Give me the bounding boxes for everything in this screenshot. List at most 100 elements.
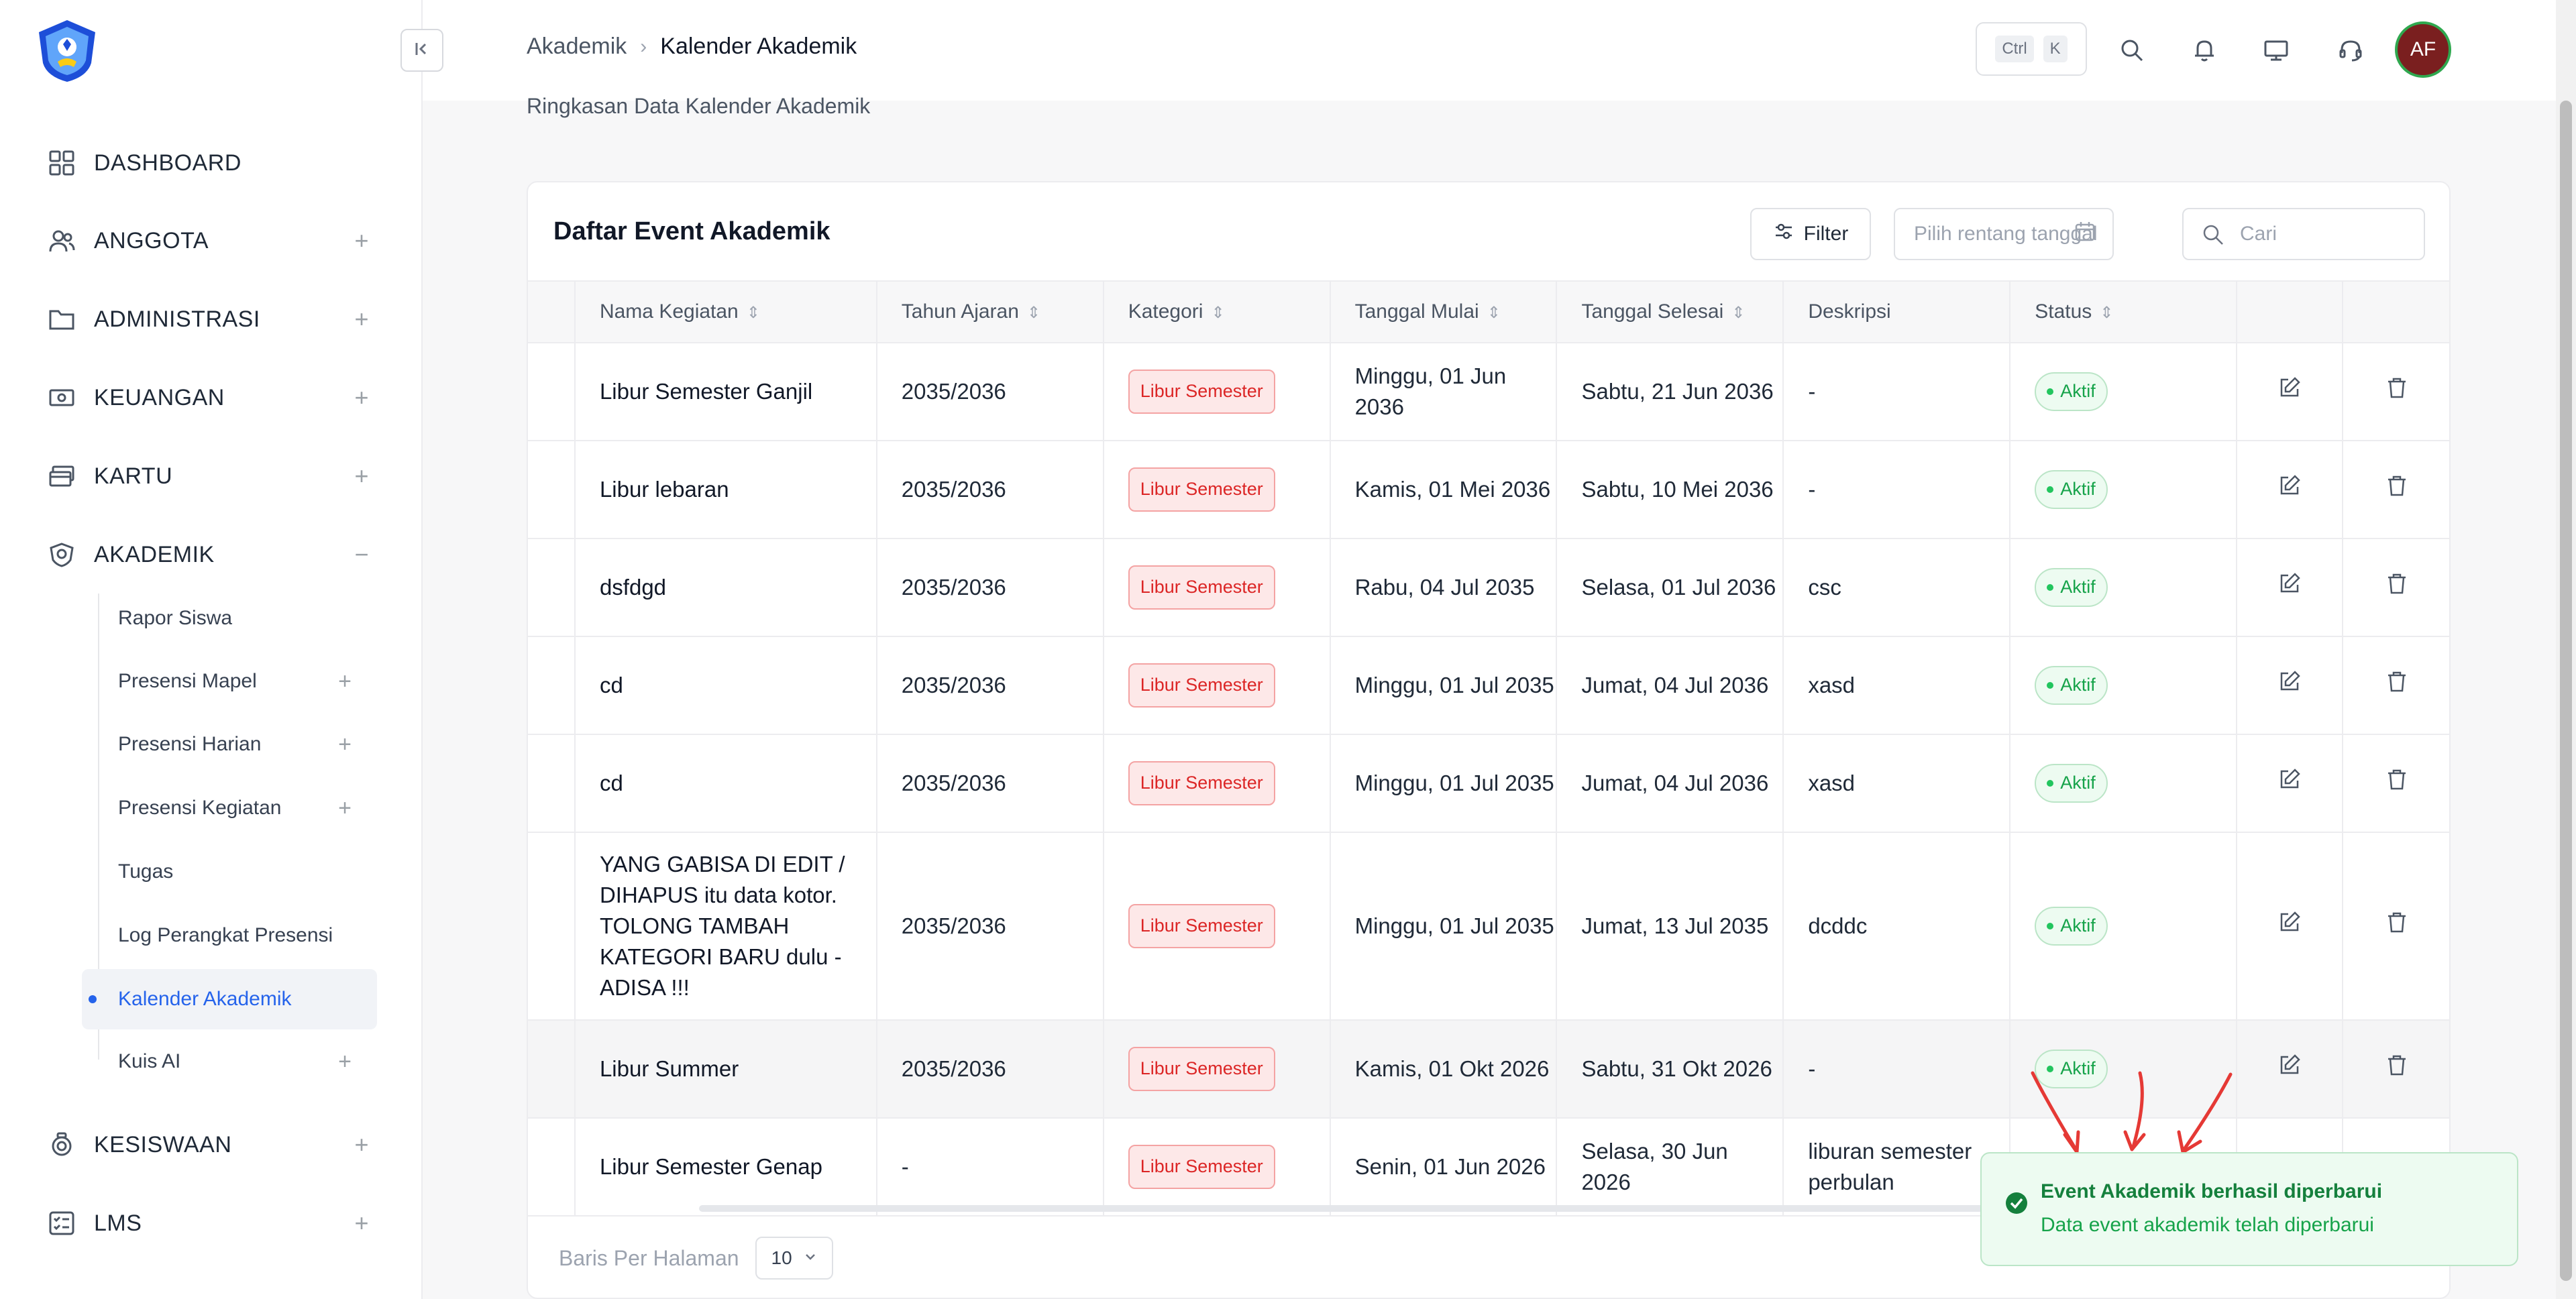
- sidebar-item-kartu[interactable]: KARTU +: [47, 456, 369, 496]
- sidebar-item-administrasi[interactable]: ADMINISTRASI +: [47, 299, 369, 339]
- grid-icon: [47, 148, 76, 178]
- cell-deskripsi: liburan semester perbulan: [1783, 1118, 2011, 1217]
- cell-kategori: Libur Semester: [1103, 1118, 1331, 1217]
- column-header-mulai[interactable]: Tanggal Mulai ⇕: [1330, 280, 1558, 343]
- category-badge: Libur Semester: [1128, 370, 1275, 414]
- collapse-sidebar-button[interactable]: [400, 29, 443, 72]
- monitor-icon[interactable]: [2258, 32, 2294, 68]
- sidebar-item-label: KARTU: [94, 463, 173, 489]
- expand-icon[interactable]: +: [354, 1209, 369, 1237]
- row-select-cell: [528, 1118, 576, 1217]
- edit-button[interactable]: [2237, 832, 2344, 1021]
- bell-icon[interactable]: [2186, 32, 2222, 68]
- expand-icon[interactable]: +: [338, 669, 352, 695]
- sidebar-subitem-log-perangkat[interactable]: Log Perangkat Presensi: [118, 915, 366, 956]
- cell-nama: Libur Semester Ganjil: [574, 343, 877, 441]
- sidebar-item-akademik[interactable]: AKADEMIK −: [47, 534, 369, 575]
- delete-button[interactable]: [2343, 343, 2449, 441]
- cell-nama: cd: [574, 636, 877, 735]
- sidebar-item-kesiswaan[interactable]: KESISWAAN +: [47, 1125, 369, 1165]
- expand-icon[interactable]: +: [354, 305, 369, 333]
- scrollbar-thumb[interactable]: [2560, 101, 2572, 1281]
- cell-kategori: Libur Semester: [1103, 734, 1331, 833]
- rows-per-page-value: 10: [771, 1247, 792, 1268]
- sidebar-subitem-rapor-siswa[interactable]: Rapor Siswa: [118, 598, 366, 638]
- filter-label: Filter: [1803, 223, 1849, 245]
- sidebar-item-dashboard[interactable]: DASHBOARD: [47, 143, 369, 183]
- search-input[interactable]: Cari: [2182, 208, 2425, 260]
- collapse-icon[interactable]: −: [354, 541, 369, 569]
- sidebar-subitem-label: Kuis AI: [118, 1050, 181, 1072]
- avatar[interactable]: AF: [2395, 21, 2451, 78]
- delete-button[interactable]: [2343, 636, 2449, 735]
- breadcrumb: Akademik › Kalender Akademik: [527, 34, 857, 60]
- column-header-selesai[interactable]: Tanggal Selesai ⇕: [1556, 280, 1784, 343]
- cell-status: Aktif: [2010, 636, 2238, 735]
- support-icon[interactable]: [2332, 32, 2369, 68]
- delete-button[interactable]: [2343, 539, 2449, 637]
- edit-button[interactable]: [2237, 636, 2344, 735]
- sidebar-item-label: LMS: [94, 1210, 142, 1236]
- horizontal-scrollbar[interactable]: [699, 1205, 2041, 1212]
- expand-icon[interactable]: +: [354, 227, 369, 255]
- sidebar-subitem-tugas[interactable]: Tugas: [118, 852, 366, 892]
- sidebar-subitem-label: Tugas: [118, 860, 174, 883]
- table-footer: Baris Per Halaman 10: [559, 1237, 833, 1280]
- cell-status: Aktif: [2010, 539, 2238, 637]
- expand-icon[interactable]: +: [354, 462, 369, 490]
- rows-per-page-select[interactable]: 10: [755, 1237, 833, 1280]
- filter-button[interactable]: Filter: [1750, 208, 1871, 260]
- expand-icon[interactable]: +: [338, 732, 352, 758]
- row-select-cell: [528, 1020, 576, 1119]
- column-header-status[interactable]: Status ⇕: [2010, 280, 2238, 343]
- cell-deskripsi: -: [1783, 1020, 2011, 1119]
- row-select-cell: [528, 539, 576, 637]
- sidebar-subitem-presensi-kegiatan[interactable]: Presensi Kegiatan +: [118, 788, 366, 828]
- breadcrumb-akademik[interactable]: Akademik: [527, 34, 627, 60]
- expand-icon[interactable]: +: [354, 384, 369, 412]
- status-badge: Aktif: [2035, 666, 2108, 705]
- column-header-select: [528, 280, 576, 343]
- rows-per-page-label: Baris Per Halaman: [559, 1245, 739, 1270]
- expand-icon[interactable]: +: [354, 1131, 369, 1159]
- cell-mulai: Minggu, 01 Jul 2035: [1330, 734, 1558, 833]
- cell-selesai: Sabtu, 10 Mei 2036: [1556, 441, 1784, 539]
- expand-icon[interactable]: +: [338, 1049, 352, 1075]
- command-palette-shortcut[interactable]: Ctrl K: [1976, 22, 2087, 76]
- sidebar-subitem-kalender-akademik[interactable]: Kalender Akademik: [82, 969, 377, 1029]
- vertical-scrollbar[interactable]: [2556, 0, 2576, 1299]
- edit-button[interactable]: [2237, 734, 2344, 833]
- edit-button[interactable]: [2237, 343, 2344, 441]
- sidebar-item-anggota[interactable]: ANGGOTA +: [47, 221, 369, 261]
- column-header-tahun[interactable]: Tahun Ajaran ⇕: [876, 280, 1104, 343]
- cell-selesai: Selasa, 30 Jun 2026: [1556, 1118, 1784, 1217]
- sidebar-item-keuangan[interactable]: KEUANGAN +: [47, 378, 369, 418]
- cell-deskripsi: -: [1783, 343, 2011, 441]
- breadcrumb-current: Kalender Akademik: [660, 34, 857, 59]
- table-row: dsfdgd 2035/2036 Libur Semester Rabu, 04…: [528, 539, 2449, 637]
- column-header-nama[interactable]: Nama Kegiatan ⇕: [574, 280, 877, 343]
- delete-button[interactable]: [2343, 734, 2449, 833]
- sidebar-item-lms[interactable]: LMS +: [47, 1203, 369, 1243]
- sidebar-subitem-presensi-harian[interactable]: Presensi Harian +: [118, 724, 366, 765]
- sidebar-subitem-label: Kalender Akademik: [118, 988, 292, 1010]
- category-badge: Libur Semester: [1128, 904, 1275, 948]
- edit-button[interactable]: [2237, 539, 2344, 637]
- sidebar-item-label: KEUANGAN: [94, 384, 225, 410]
- cell-selesai: Jumat, 04 Jul 2036: [1556, 636, 1784, 735]
- delete-button[interactable]: [2343, 832, 2449, 1021]
- trash-icon: [2385, 1055, 2409, 1082]
- date-range-input[interactable]: Pilih rentang tanggal: [1894, 208, 2114, 260]
- edit-button[interactable]: [2237, 441, 2344, 539]
- cell-kategori: Libur Semester: [1103, 1020, 1331, 1119]
- expand-icon[interactable]: +: [338, 795, 352, 822]
- delete-button[interactable]: [2343, 1020, 2449, 1119]
- sidebar-subitem-presensi-mapel[interactable]: Presensi Mapel +: [118, 661, 366, 701]
- cell-status: Aktif: [2010, 343, 2238, 441]
- status-badge: Aktif: [2035, 907, 2108, 946]
- delete-button[interactable]: [2343, 441, 2449, 539]
- sidebar-subitem-kuis-ai[interactable]: Kuis AI +: [118, 1041, 366, 1082]
- search-icon[interactable]: [2114, 32, 2150, 68]
- column-header-kategori[interactable]: Kategori ⇕: [1103, 280, 1331, 343]
- status-dot-icon: [2047, 923, 2054, 930]
